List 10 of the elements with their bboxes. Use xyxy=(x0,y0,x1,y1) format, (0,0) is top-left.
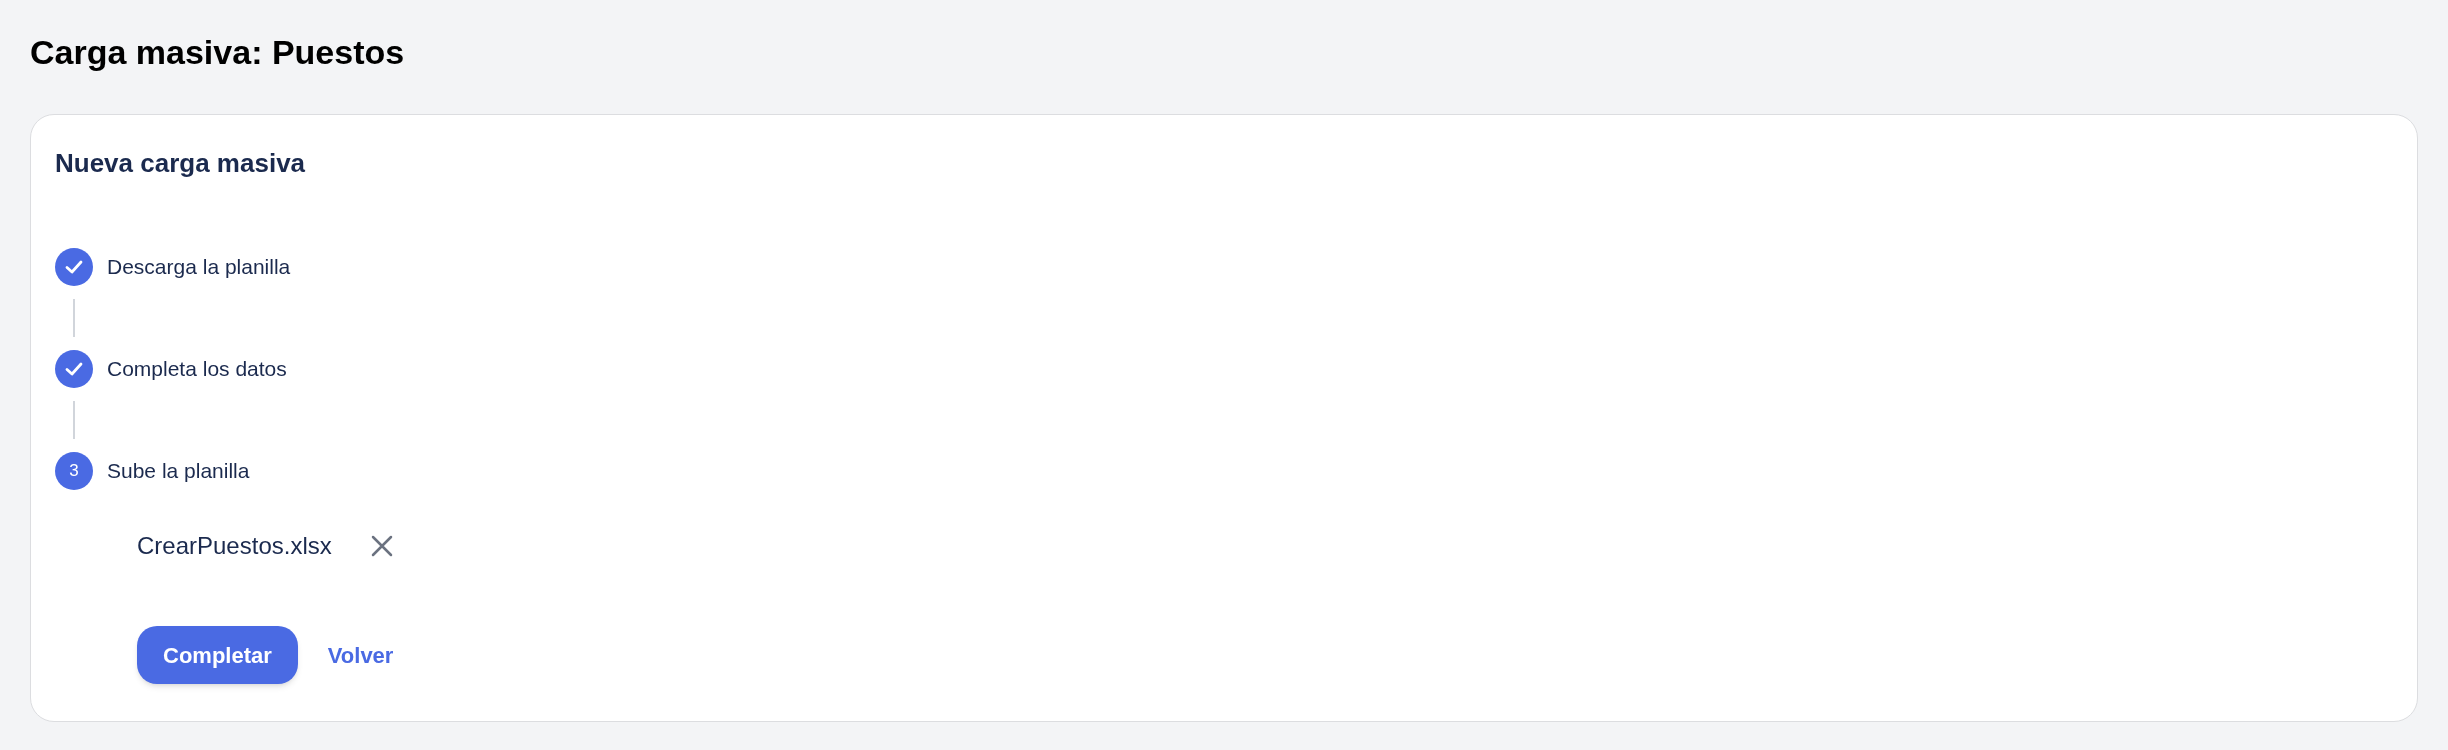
step-label: Sube la planilla xyxy=(107,458,250,485)
page-title: Carga masiva: Puestos xyxy=(30,32,406,73)
file-name: CrearPuestos.xlsx xyxy=(137,531,332,561)
close-icon[interactable] xyxy=(369,534,394,558)
back-link[interactable]: Volver xyxy=(327,638,394,672)
step-label: Descarga la planilla xyxy=(107,254,291,281)
card-title: Nueva carga masiva xyxy=(55,147,307,180)
step-number: 3 xyxy=(55,452,93,490)
step-label: Completa los datos xyxy=(107,356,287,383)
complete-button[interactable]: Completar xyxy=(137,626,298,684)
